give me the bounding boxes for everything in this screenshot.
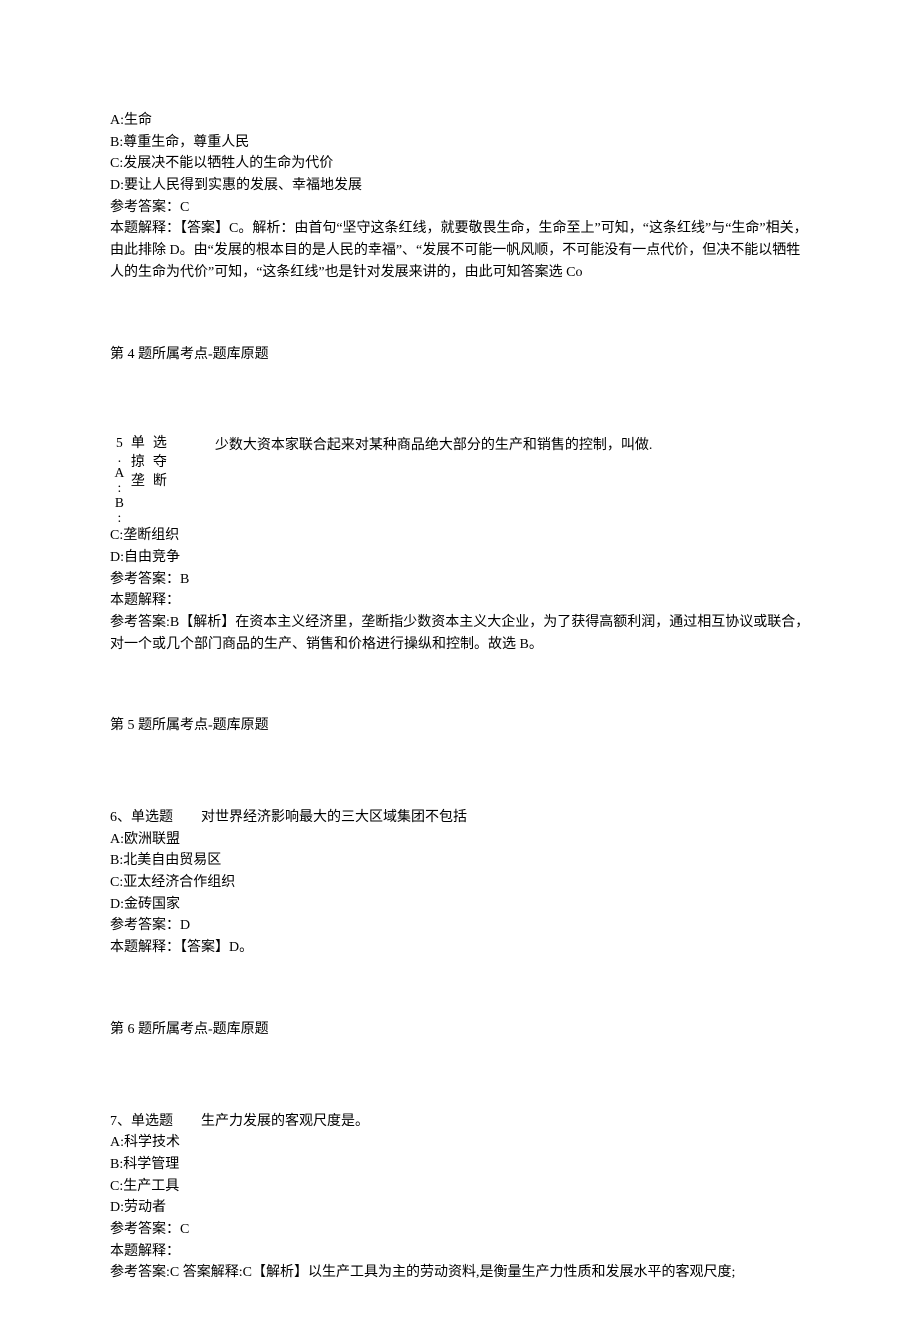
question-3: A:生命 B:尊重生命，尊重人民 C:发展决不能以牺牲人的生命为代价 D:要让人… — [110, 110, 810, 365]
answer: 参考答案：D — [110, 915, 810, 937]
v3b: 断 — [153, 473, 167, 492]
option-d: D:金砖国家 — [110, 894, 810, 916]
answer: 参考答案：C — [110, 1219, 810, 1241]
q5-stem-right: 少数大资本家联合起来对某种商品绝大部分的生产和销售的控制，叫做. — [209, 435, 653, 457]
question-6: 6、单选题 对世界经济影响最大的三大区域集团不包括 A:欧洲联盟 B:北美自由贸… — [110, 807, 810, 1041]
option-b: B:尊重生命，尊重人民 — [110, 132, 810, 154]
option-a: A:生命 — [110, 110, 810, 132]
option-c: C:生产工具 — [110, 1176, 810, 1198]
explanation: 参考答案:B【解析】在资本主义经济里，垄断指少数资本主义大企业，为了获得高额利润… — [110, 612, 810, 655]
option-b: B:北美自由贸易区 — [110, 850, 810, 872]
topic-note: 第 4 题所属考点-题库原题 — [110, 344, 810, 366]
explanation-head: 本题解释： — [110, 590, 810, 612]
explanation: 本题解释：【答案】D。 — [110, 937, 810, 959]
option-d: D:劳动者 — [110, 1197, 810, 1219]
option-c: C:发展决不能以牺牲人的生命为代价 — [110, 153, 810, 175]
v2b: 夺 — [153, 454, 167, 473]
option-a: A:欧洲联盟 — [110, 829, 810, 851]
explanation: 参考答案:C 答案解释:C【解析】以生产工具为主的劳动资料,是衡量生产力性质和发… — [110, 1262, 810, 1284]
stem: 7、单选题 生产力发展的客观尺度是。 — [110, 1111, 810, 1133]
stem: 6、单选题 对世界经济影响最大的三大区域集团不包括 — [110, 807, 810, 829]
q5-stem-row: 5.A:B: 单 选 掠 夺 垄 断 少数大资本家联合起来对某种商品绝大部分的生… — [110, 435, 810, 525]
v3a: 垄 — [131, 473, 145, 492]
question-5: 5.A:B: 单 选 掠 夺 垄 断 少数大资本家联合起来对某种商品绝大部分的生… — [110, 435, 810, 737]
answer: 参考答案：C — [110, 197, 810, 219]
v1a: 单 — [131, 435, 145, 454]
explanation-head: 本题解释： — [110, 1241, 810, 1263]
answer: 参考答案：B — [110, 569, 810, 591]
option-b: B:科学管理 — [110, 1154, 810, 1176]
v1b: 选 — [153, 435, 167, 454]
option-d: D:自由竞争 — [110, 547, 810, 569]
topic-note: 第 6 题所属考点-题库原题 — [110, 1019, 810, 1041]
option-a: A:科学技术 — [110, 1132, 810, 1154]
q5-vertical-prefix: 5.A:B: — [110, 435, 127, 525]
option-c: C:亚太经济合作组织 — [110, 872, 810, 894]
q5-vertical-chars: 单 选 掠 夺 垄 断 — [131, 435, 167, 492]
topic-note: 第 5 题所属考点-题库原题 — [110, 715, 810, 737]
option-d: D:要让人民得到实惠的发展、幸福地发展 — [110, 175, 810, 197]
v2a: 掠 — [131, 454, 145, 473]
option-c: C:垄断组织 — [110, 525, 810, 547]
question-7: 7、单选题 生产力发展的客观尺度是。 A:科学技术 B:科学管理 C:生产工具 … — [110, 1111, 810, 1285]
explanation: 本题解释：【答案】C。解析：由首句“坚守这条红线，就要敬畏生命，生命至上”可知，… — [110, 218, 810, 283]
